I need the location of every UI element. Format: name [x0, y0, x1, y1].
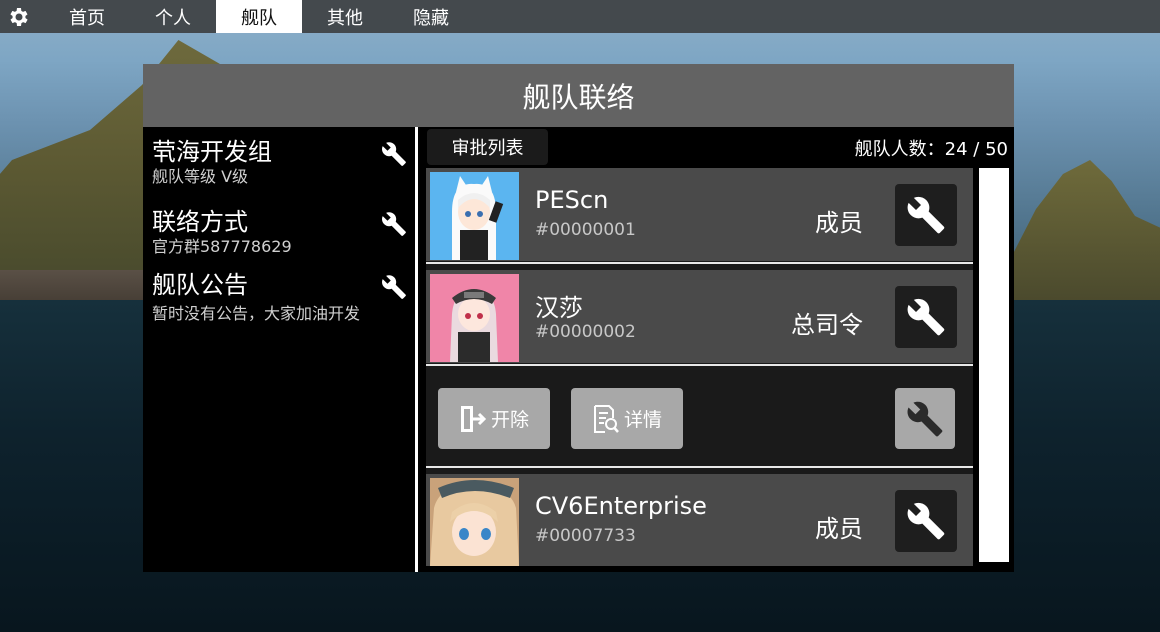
panel-title: 舰队联络	[143, 64, 1014, 127]
tab-other[interactable]: 其他	[302, 0, 388, 33]
member-count-value: 24 / 50	[944, 139, 1008, 160]
wrench-icon	[907, 298, 945, 336]
panel-divider	[415, 127, 418, 572]
exit-door-icon	[460, 405, 487, 432]
member-manage-button[interactable]	[895, 490, 957, 552]
member-role: 总司令	[791, 311, 863, 339]
member-action-row: 开除 详情	[426, 372, 973, 468]
member-row[interactable]: PEScn #00000001 成员	[426, 168, 973, 261]
notice-value: 暂时没有公告，大家加油开发	[152, 304, 361, 323]
member-role: 成员	[815, 515, 863, 543]
member-name: CV6Enterprise	[535, 492, 707, 520]
member-row[interactable]: 汉莎 #00000002 总司令	[426, 270, 973, 363]
wrench-icon	[907, 401, 943, 436]
wrench-icon	[907, 502, 945, 540]
member-count-label: 舰队人数：	[854, 139, 945, 160]
kick-button[interactable]: 开除	[438, 388, 550, 449]
member-count: 舰队人数：24 / 50	[855, 135, 1008, 161]
edit-notice-wrench-icon[interactable]	[381, 274, 407, 300]
member-avatar	[430, 478, 519, 566]
fleet-name-section: 茕海开发组 舰队等级 V级	[152, 137, 407, 187]
kick-label: 开除	[490, 409, 529, 431]
gear-icon[interactable]	[0, 0, 36, 33]
fleet-name: 茕海开发组	[152, 138, 272, 166]
detail-button[interactable]: 详情	[571, 388, 683, 449]
tab-hidden[interactable]: 隐藏	[388, 0, 474, 33]
contact-title: 联络方式	[152, 208, 248, 236]
member-role: 成员	[815, 209, 863, 237]
tab-home[interactable]: 首页	[44, 0, 130, 33]
member-id: #00007733	[535, 526, 636, 546]
member-name: 汉莎	[535, 294, 583, 322]
detail-label: 详情	[623, 409, 662, 431]
notice-title: 舰队公告	[152, 271, 248, 299]
member-row[interactable]: CV6Enterprise #00007733 成员	[426, 474, 973, 566]
tab-fleet[interactable]: 舰队	[216, 0, 302, 33]
member-list[interactable]: PEScn #00000001 成员 汉莎 #00000002 总司令 开除 详…	[426, 168, 973, 566]
member-name: PEScn	[535, 186, 609, 214]
notice-section: 舰队公告 暂时没有公告，大家加油开发	[152, 270, 407, 324]
contact-value: 官方群587778629	[152, 237, 292, 256]
document-search-icon	[593, 404, 619, 433]
mountain-right	[1000, 160, 1160, 300]
member-list-scrollbar[interactable]	[979, 168, 1009, 562]
edit-contact-wrench-icon[interactable]	[381, 211, 407, 237]
member-id: #00000002	[535, 322, 636, 342]
member-manage-button-active[interactable]	[895, 388, 955, 449]
approval-list-button[interactable]: 审批列表	[427, 129, 548, 165]
top-nav-bar: 首页 个人 舰队 其他 隐藏	[0, 0, 1160, 33]
contact-section: 联络方式 官方群587778629	[152, 207, 407, 257]
fleet-contact-panel: 舰队联络 茕海开发组 舰队等级 V级 联络方式 官方群587778629 舰队公…	[143, 64, 1014, 572]
member-avatar	[430, 274, 519, 362]
member-avatar	[430, 172, 519, 260]
member-manage-button[interactable]	[895, 184, 957, 246]
wrench-icon	[907, 196, 945, 234]
tab-personal[interactable]: 个人	[130, 0, 216, 33]
member-id: #00000001	[535, 220, 636, 240]
fleet-level: 舰队等级 V级	[152, 167, 249, 186]
member-manage-button[interactable]	[895, 286, 957, 348]
edit-name-wrench-icon[interactable]	[381, 141, 407, 167]
fleet-info-sidebar: 茕海开发组 舰队等级 V级 联络方式 官方群587778629 舰队公告 暂时没…	[143, 127, 415, 572]
